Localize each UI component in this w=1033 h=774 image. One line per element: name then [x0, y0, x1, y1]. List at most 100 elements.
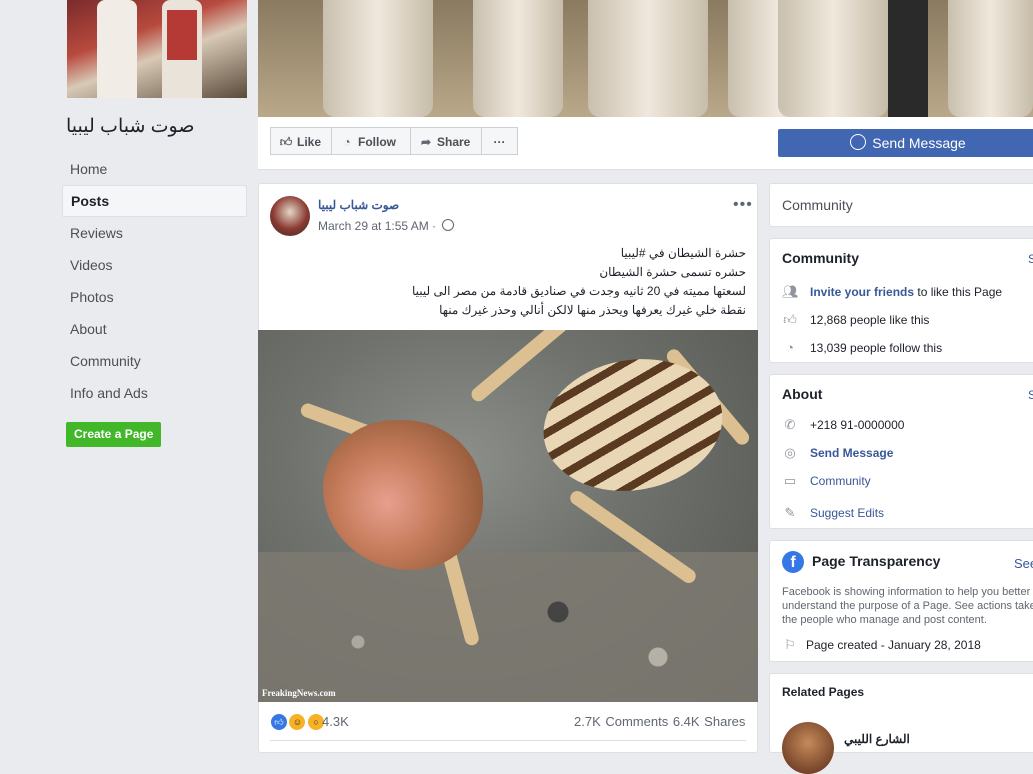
nav-item-videos[interactable]: Videos [62, 249, 247, 281]
post-author-name[interactable]: صوت شباب ليبيا [318, 198, 399, 212]
follows-row: ◔ 13,039 people follow this [782, 339, 942, 357]
more-label: ··· [493, 135, 506, 149]
page-created-row: ⚐ Page created - January 28, 2018 [782, 636, 981, 654]
rss-icon: ◔ [786, 340, 794, 355]
post-text-line: حشره تسمى حشرة الشيطان [599, 265, 746, 279]
share-page-button[interactable]: ➦ Share [410, 127, 482, 155]
community-card: Community S 👥︎ Invite your friends to lik… [769, 238, 1033, 363]
post-options-icon[interactable]: ••• [733, 196, 753, 214]
post-timestamp[interactable]: March 29 at 1:55 AM · [318, 219, 455, 233]
phone-icon: ✆ [784, 417, 796, 432]
post-divider [270, 740, 746, 741]
transparency-body-line: Facebook is showing information to help … [782, 586, 1031, 598]
share-arrow-icon: ➦ [420, 135, 432, 149]
cover-figure [323, 0, 433, 117]
cover-figure [778, 0, 888, 117]
suggest-edits-link[interactable]: Suggest Edits [810, 506, 884, 520]
related-page-name[interactable]: الشارع الليبي [844, 732, 910, 746]
reaction-icons[interactable]: 👍︎ ☺ ○ [270, 713, 325, 731]
facebook-logo-icon: f [782, 551, 804, 573]
about-send-message-link[interactable]: Send Message [810, 446, 893, 460]
send-message-button[interactable]: Send Message [778, 129, 1033, 157]
community-header[interactable]: Community [782, 197, 853, 213]
about-card: About S ✆ +218 91-0000000 ◎ Send Message ▭… [769, 374, 1033, 529]
reaction-count[interactable]: 4.3K [322, 714, 349, 729]
nav-item-about[interactable]: About [62, 313, 247, 345]
related-page-avatar[interactable] [782, 722, 834, 774]
share-label: Share [437, 135, 471, 149]
invite-friends-row: 👥︎ Invite your friends to like this Page [782, 283, 1002, 301]
page-created-date: Page created - January 28, 2018 [806, 638, 981, 652]
cover-figure [588, 0, 708, 117]
people-icon: 👥︎ [782, 284, 799, 299]
about-send-message-row: ◎ Send Message [782, 444, 893, 462]
post-text-line: نقطة خلي غيرك يعرفها ويحذر منها لالكن أن… [439, 303, 746, 317]
profile-figure-left [97, 0, 137, 98]
related-pages-card: Related Pages الشارع الليبي [769, 673, 1033, 774]
invite-rest: to like this Page [914, 285, 1003, 299]
send-message-label: Send Message [872, 135, 966, 151]
rss-icon: ◔ [343, 135, 351, 149]
suggest-edits-row: ✎ Suggest Edits [782, 504, 885, 522]
messenger-icon [850, 134, 867, 150]
photo-watermark: FreakingNews.com [262, 688, 336, 698]
post-text: حشرة الشيطان في #ليبيا حشره تسمى حشرة ال… [300, 244, 746, 320]
nav-item-info-and-ads[interactable]: Info and Ads [62, 377, 247, 409]
category-link[interactable]: Community [810, 474, 871, 488]
haha-reaction-icon: ☺ [288, 713, 307, 731]
related-pages-title: Related Pages [782, 685, 865, 699]
invite-friends-link[interactable]: Invite your friends [810, 285, 914, 299]
follow-page-button[interactable]: ◔ Follow [331, 127, 411, 155]
follows-count: 13,039 people follow this [810, 341, 943, 355]
page-transparency-card: f Page Transparency See Facebook is showi… [769, 540, 1033, 662]
likes-count: 12,868 people like this [810, 313, 930, 327]
more-options-button[interactable]: ··· [481, 127, 518, 155]
page-profile-picture[interactable] [67, 0, 247, 98]
post-time-text: March 29 at 1:55 AM · [318, 219, 437, 233]
phone-row: ✆ +218 91-0000000 [782, 416, 905, 434]
likes-row: 👍︎ 12,868 people like this [782, 311, 929, 329]
thumbs-up-icon: 👍︎ [783, 312, 797, 327]
about-see-all[interactable]: S [1028, 388, 1033, 402]
community-card-title[interactable]: Community [782, 250, 859, 266]
cover-figure-dark [888, 0, 928, 117]
like-page-button[interactable]: 👍︎ Like [270, 127, 332, 155]
cover-figure [473, 0, 563, 117]
community-see-all[interactable]: S [1028, 252, 1033, 266]
like-reaction-icon: 👍︎ [270, 713, 288, 731]
page-title[interactable]: صوت شباب ليبيا [66, 115, 247, 138]
photo-insect-abdomen [533, 345, 733, 505]
post-stats: 2.7K Comments 6.4K Shares [574, 714, 745, 729]
photo-insect-head [323, 420, 483, 570]
transparency-body: Facebook is showing information to help … [782, 585, 1033, 627]
cover-photo[interactable] [258, 0, 1033, 117]
flag-icon: ⚐ [784, 637, 796, 652]
post-text-line: لسعتها مميته في 20 ثانيه وجدت في صناديق … [412, 284, 746, 298]
nav-item-community[interactable]: Community [62, 345, 247, 377]
create-page-button[interactable]: Create a Page [66, 422, 162, 447]
cover-figure [948, 0, 1033, 117]
comments-count[interactable]: 2.7K Comments [574, 714, 668, 729]
transparency-see-all[interactable]: See [1014, 556, 1033, 571]
shares-count[interactable]: 6.4K Shares [673, 714, 746, 729]
nav-item-photos[interactable]: Photos [62, 281, 247, 313]
pencil-icon: ✎ [784, 505, 796, 520]
transparency-title[interactable]: Page Transparency [812, 553, 940, 569]
post-photo[interactable]: FreakingNews.com [258, 330, 758, 702]
nav-item-posts[interactable]: Posts [62, 185, 247, 217]
transparency-body-line: understand the purpose of a Page. See ac… [782, 600, 1033, 612]
about-card-title[interactable]: About [782, 386, 822, 402]
globe-icon [442, 219, 455, 231]
transparency-header: f Page Transparency [782, 551, 940, 573]
follow-label: Follow [358, 135, 396, 149]
phone-number[interactable]: +218 91-0000000 [810, 418, 904, 432]
category-icon: ▭ [783, 473, 797, 488]
profile-figure-vest [167, 10, 197, 60]
messenger-icon: ◎ [784, 445, 796, 460]
like-label: Like [297, 135, 322, 149]
post-author-avatar[interactable] [270, 196, 310, 236]
transparency-body-line: the people who manage and post content. [782, 614, 987, 626]
nav-item-reviews[interactable]: Reviews [62, 217, 247, 249]
nav-item-home[interactable]: Home [62, 153, 247, 185]
community-header-card: Community [769, 183, 1033, 227]
